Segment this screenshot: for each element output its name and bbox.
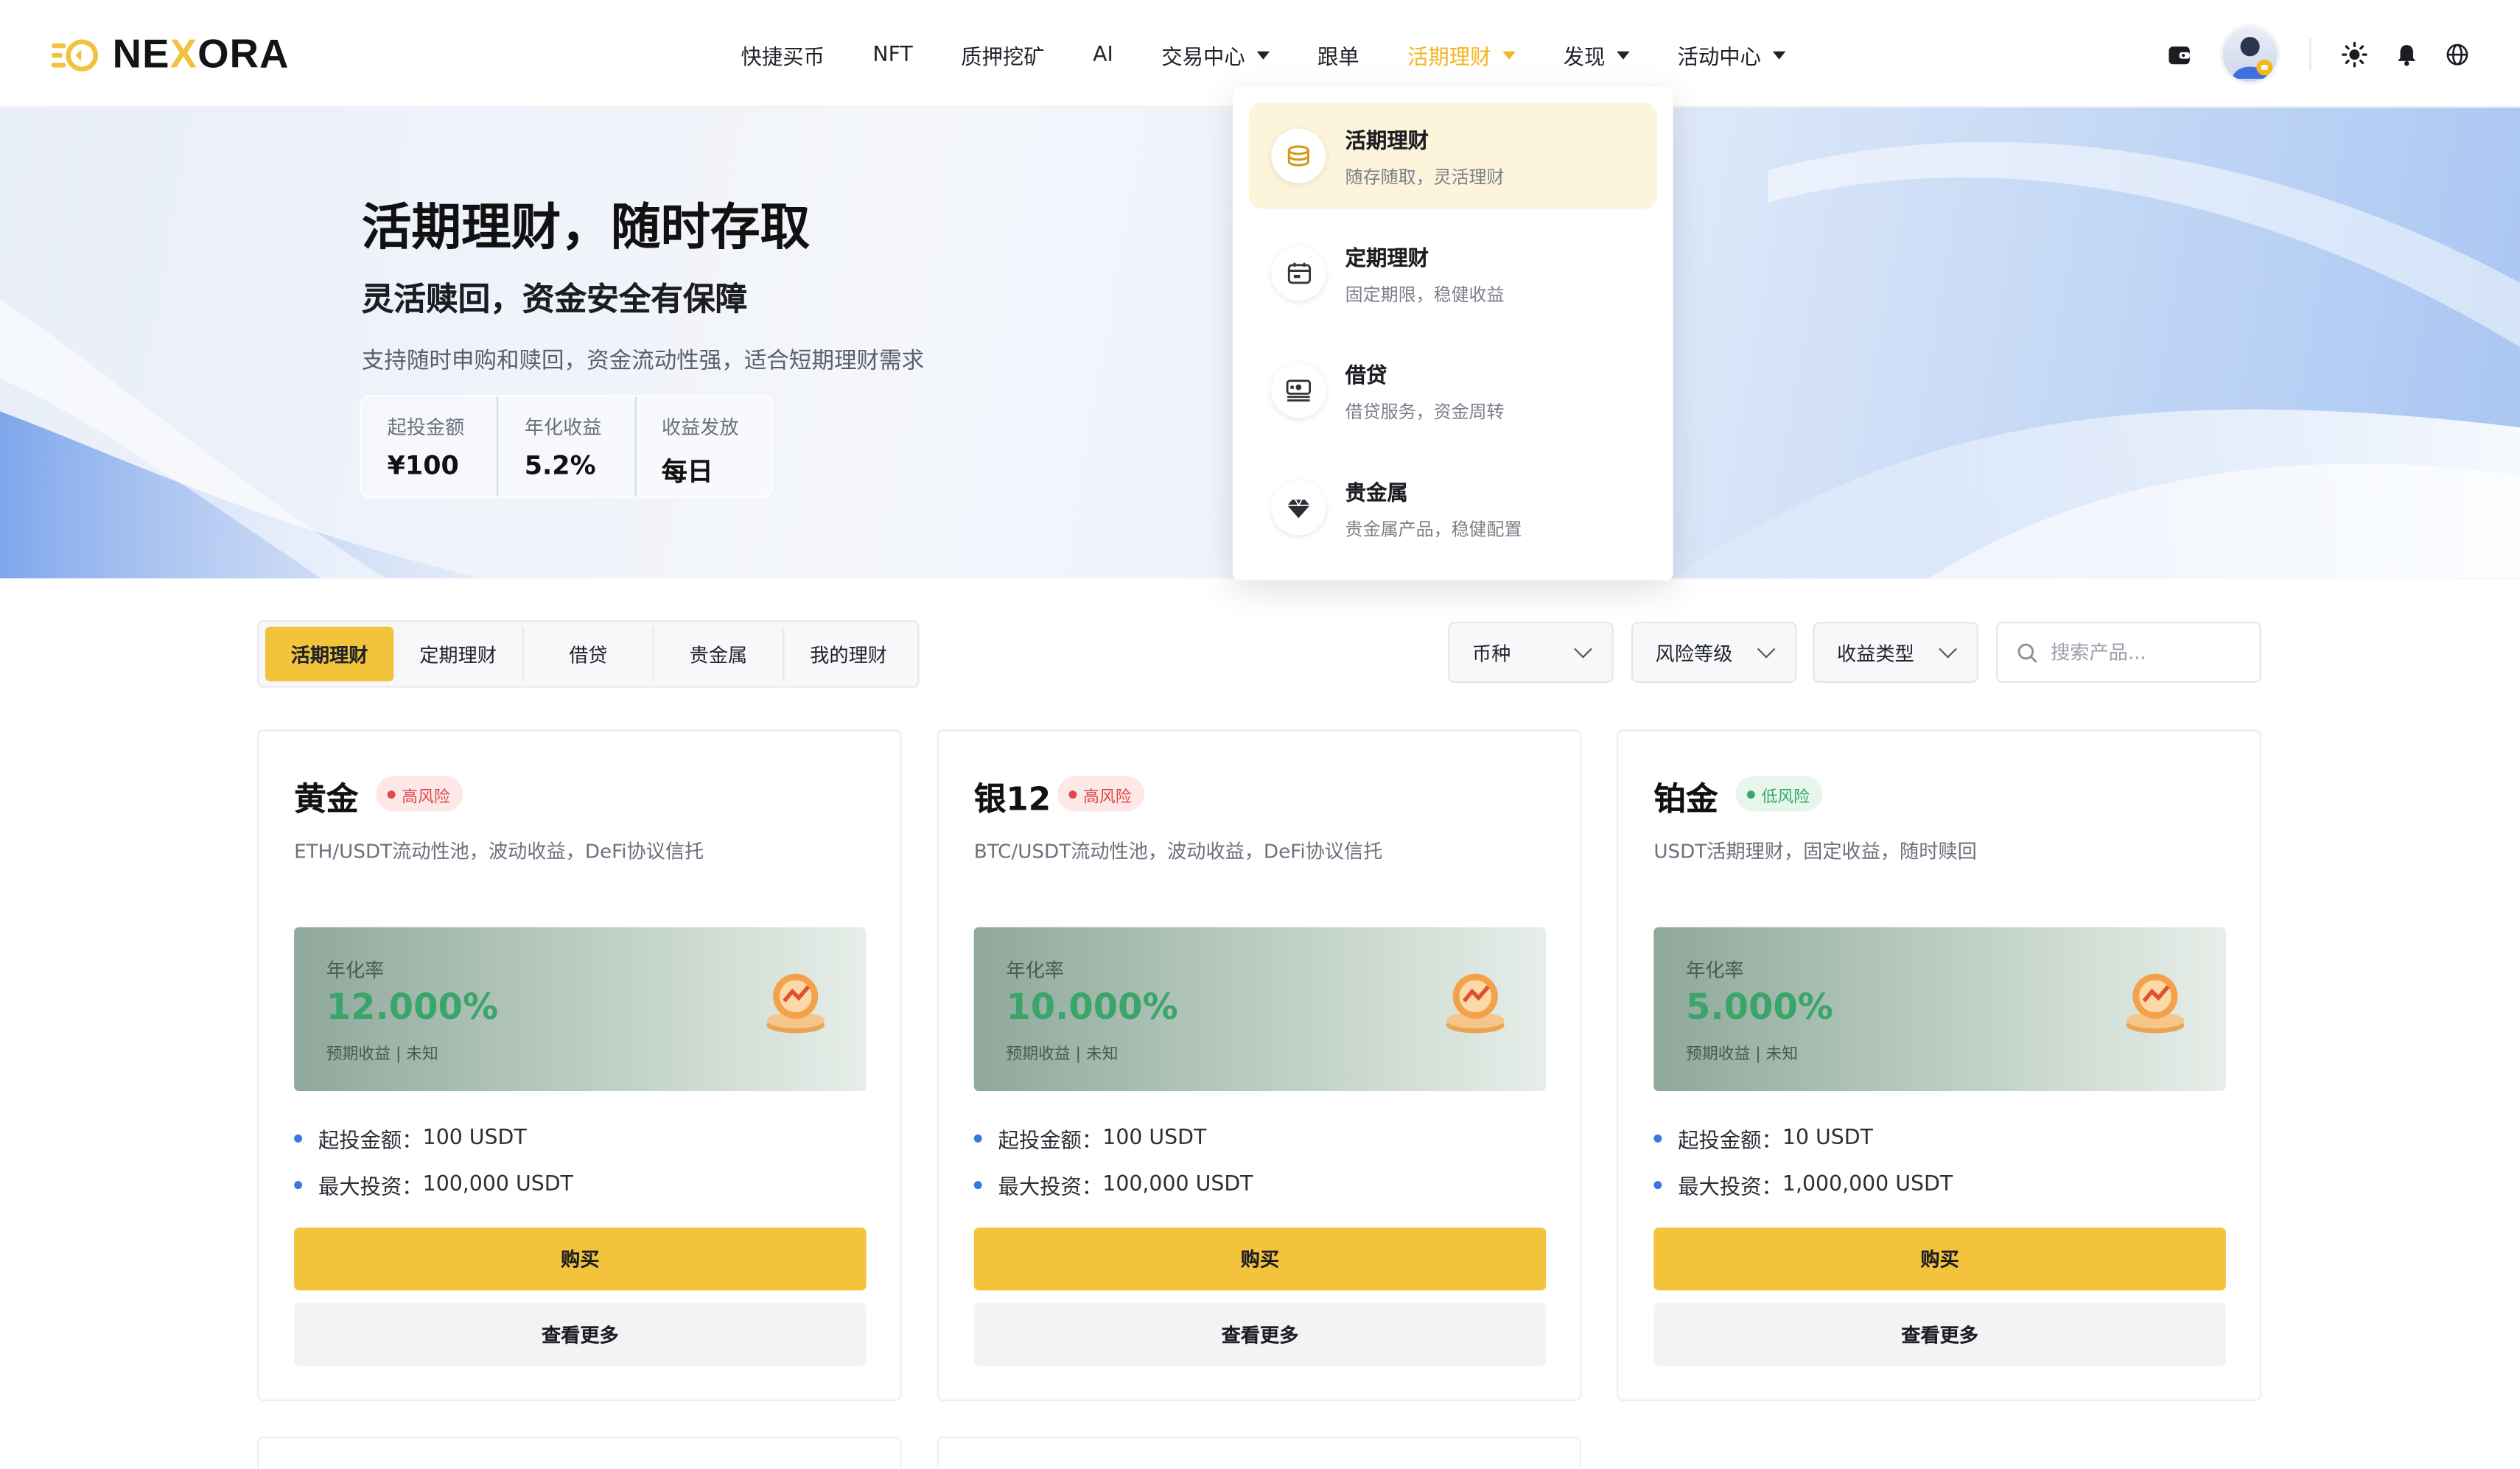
annual-rate: 12.000% — [326, 988, 499, 1028]
buy-button[interactable]: 购买 — [973, 1227, 1547, 1291]
max-investment: 最大投资： 100,000 USDT — [294, 1170, 573, 1200]
annual-rate: 10.000% — [1006, 988, 1178, 1028]
nav-discover[interactable]: 发现 — [1564, 39, 1630, 70]
dropdown-item-loan[interactable]: 借贷 借贷服务，资金周转 — [1249, 337, 1657, 443]
tab-loan[interactable]: 借贷 — [524, 626, 654, 681]
tab-flexible[interactable]: 活期理财 — [265, 626, 394, 681]
tab-my-savings[interactable]: 我的理财 — [784, 627, 912, 681]
brand-logo[interactable]: NEXORA — [51, 29, 290, 80]
rate-panel: 年化率 10.000% 预期收益 | 未知 — [973, 927, 1547, 1091]
min-investment: 起投金额： 10 USDT — [1653, 1123, 1873, 1154]
nav-events[interactable]: 活动中心 — [1678, 39, 1785, 70]
stat-min-amount: 起投金额 ¥100 — [362, 396, 499, 497]
search-icon — [2017, 642, 2037, 662]
banner-subtitle: 灵活赎回，资金安全有保障 — [361, 279, 748, 318]
nav-nft[interactable]: NFT — [872, 43, 912, 67]
banner-stats: 起投金额 ¥100 年化收益 5.2% 收益发放 每日 — [360, 395, 774, 499]
min-investment: 起投金额： 100 USDT — [973, 1123, 1206, 1154]
chevron-down-icon — [1574, 639, 1592, 659]
product-name: 铂金 — [1653, 779, 1718, 818]
bell-icon[interactable] — [2388, 37, 2423, 72]
gold-coin-icon — [766, 973, 825, 1034]
globe-icon[interactable] — [2440, 37, 2475, 72]
avatar[interactable] — [2219, 24, 2281, 85]
rate-panel: 年化率 12.000% 预期收益 | 未知 — [294, 927, 867, 1091]
rate-panel: 年化率 5.000% 预期收益 | 未知 — [1653, 927, 2226, 1091]
product-card: 黄金 高风险 ETH/USDT流动性池，波动收益，DeFi协议信托 年化率 12… — [256, 729, 902, 1401]
product-card: 银12 高风险 BTC/USDT流动性池，波动收益，DeFi协议信托 年化率 1… — [937, 729, 1582, 1401]
caret-down-icon — [1502, 50, 1516, 59]
calendar-icon — [1271, 245, 1326, 301]
chevron-down-icon — [1939, 639, 1957, 659]
view-more-button[interactable]: 查看更多 — [294, 1303, 867, 1366]
product-tabs: 活期理财 定期理财 借贷 贵金属 我的理财 — [256, 620, 920, 688]
logo-mark-icon — [51, 39, 99, 72]
product-description: BTC/USDT流动性池，波动收益，DeFi协议信托 — [973, 840, 1383, 863]
sun-icon[interactable] — [2337, 37, 2372, 72]
buy-button[interactable]: 购买 — [294, 1227, 867, 1291]
nav-staking[interactable]: 质押挖矿 — [961, 39, 1044, 70]
dropdown-item-precious-metals[interactable]: 贵金属 贵金属产品，稳健配置 — [1249, 455, 1657, 561]
annual-rate: 5.000% — [1686, 988, 1833, 1028]
product-card: 铂金 低风险 USDT活期理财，固定收益，随时赎回 年化率 5.000% 预期收… — [1617, 729, 2261, 1401]
product-name: 黄金 — [294, 779, 359, 818]
risk-badge: 高风险 — [376, 776, 463, 812]
product-description: USDT活期理财，固定收益，随时赎回 — [1653, 840, 1977, 863]
loan-icon — [1271, 362, 1326, 418]
max-investment: 最大投资： 100,000 USDT — [973, 1170, 1253, 1200]
stat-payout: 收益发放 每日 — [661, 416, 739, 487]
gold-coin-icon — [2126, 973, 2185, 1034]
risk-badge: 高风险 — [1057, 776, 1144, 812]
search-box — [1995, 622, 2261, 683]
dropdown-item-flexible[interactable]: 活期理财 随存随取，灵活理财 — [1248, 102, 1657, 209]
caret-down-icon — [1256, 50, 1270, 59]
nav-flexible-savings[interactable]: 活期理财 — [1407, 39, 1516, 70]
nav-quick-buy[interactable]: 快捷买币 — [741, 39, 825, 70]
savings-dropdown-menu: 活期理财 随存随取，灵活理财 定期理财 固定期限，稳健收益 借贷 借贷服务，资金… — [1232, 86, 1673, 581]
search-input[interactable] — [2047, 639, 2247, 665]
main-nav: 快捷买币 NFT 质押挖矿 AI 交易中心 跟单 活期理财 发现 活动中心 — [741, 35, 1834, 74]
coins-icon — [1271, 128, 1326, 183]
risk-level-select[interactable]: 风险等级 — [1631, 622, 1797, 683]
tab-precious-metals[interactable]: 贵金属 — [654, 626, 785, 681]
caret-down-icon — [1772, 50, 1785, 59]
brand-name: NEXORA — [112, 31, 290, 77]
nav-trade-center[interactable]: 交易中心 — [1161, 39, 1270, 70]
buy-button[interactable]: 购买 — [1653, 1227, 2226, 1291]
wallet-icon[interactable] — [2162, 37, 2197, 72]
max-investment: 最大投资： 1,000,000 USDT — [1653, 1170, 1953, 1200]
nav-ai[interactable]: AI — [1093, 43, 1113, 67]
product-name: 银12 — [973, 779, 1051, 818]
banner-description: 支持随时申购和赎回，资金流动性强，适合短期理财需求 — [361, 348, 925, 375]
gold-coin-icon — [1446, 973, 1505, 1034]
banner-title: 活期理财，随时存取 — [361, 199, 811, 257]
stat-annual-yield: 年化收益 5.2% — [499, 396, 636, 497]
header-divider — [2309, 38, 2311, 71]
header-actions — [2146, 24, 2475, 85]
yield-type-select[interactable]: 收益类型 — [1813, 622, 1978, 683]
min-investment: 起投金额： 100 USDT — [294, 1123, 527, 1154]
user-avatar-icon — [2232, 37, 2273, 79]
gem-icon — [1271, 480, 1326, 536]
risk-badge: 低风险 — [1735, 776, 1823, 812]
tab-fixed[interactable]: 定期理财 — [393, 626, 525, 681]
product-description: ETH/USDT流动性池，波动收益，DeFi协议信托 — [294, 840, 704, 863]
view-more-button[interactable]: 查看更多 — [1653, 1303, 2226, 1366]
chevron-down-icon — [1757, 639, 1776, 659]
caret-down-icon — [1616, 50, 1630, 59]
app-root: NEXORA 快捷买币 NFT 质押挖矿 AI 交易中心 跟单 活期理财 发现 … — [0, 0, 2520, 1469]
dropdown-item-fixed[interactable]: 定期理财 固定期限，稳健收益 — [1249, 220, 1657, 326]
coin-select[interactable]: 币种 — [1448, 622, 1614, 683]
nav-copy-trade[interactable]: 跟单 — [1317, 39, 1359, 70]
view-more-button[interactable]: 查看更多 — [973, 1303, 1547, 1366]
